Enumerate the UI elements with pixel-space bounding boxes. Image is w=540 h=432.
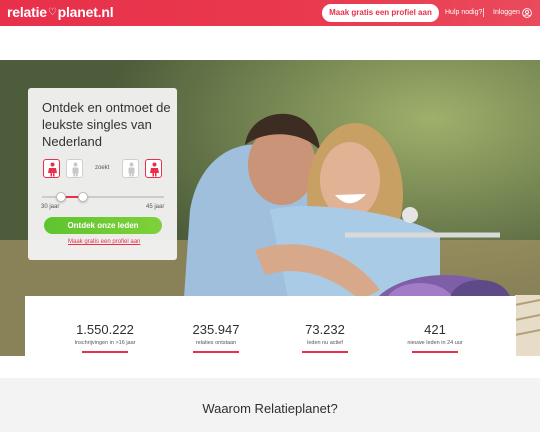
relatieplanet-logo[interactable]: relatie ♡ planet.nl <box>7 4 114 20</box>
stat-label: relaties ontstaan <box>195 340 237 346</box>
stat-underline <box>82 351 128 353</box>
search-card-title: Ontdek en ontmoet de leukste singles van… <box>42 100 171 149</box>
heart-icon: ♡ <box>47 6 57 18</box>
stat-active-members: 73.232 leden nu actief <box>270 322 380 353</box>
stat-underline <box>302 351 348 353</box>
nav-divider <box>483 8 484 17</box>
logo-text-part2: planet.nl <box>57 4 114 20</box>
discover-members-button[interactable]: Ontdek onze leden <box>44 217 162 234</box>
age-max-label: 45 jaar <box>146 204 165 210</box>
stat-new-members: 421 nieuwe leden in 24 uur <box>380 322 490 353</box>
create-profile-button[interactable]: Maak gratis een profiel aan <box>322 4 439 22</box>
create-profile-link[interactable]: Maak gratis een profiel aan <box>68 239 140 245</box>
why-section-title: Waarom Relatieplanet? <box>202 401 338 416</box>
stat-underline <box>412 351 458 353</box>
user-icon[interactable] <box>522 8 532 18</box>
male-icon <box>128 162 135 177</box>
female-icon <box>48 162 57 177</box>
age-min-label: 30 jaar <box>41 204 60 210</box>
logo-text-part1: relatie <box>7 4 47 20</box>
female-icon <box>150 162 159 177</box>
stat-label: Inschrijvingen in >16 jaar <box>74 340 136 346</box>
male-icon <box>72 162 79 177</box>
age-max-handle[interactable] <box>78 192 88 202</box>
stat-registrations: 1.550.222 Inschrijvingen in >16 jaar <box>50 322 160 353</box>
help-link[interactable]: Hulp nodig? <box>445 9 482 16</box>
stat-label: nieuwe leden in 24 uur <box>407 340 463 346</box>
gender-female-button[interactable] <box>43 159 60 178</box>
seeking-male-button[interactable] <box>122 159 139 178</box>
seeking-female-button[interactable] <box>145 159 162 178</box>
statistics-panel: 1.550.222 Inschrijvingen in >16 jaar 235… <box>25 296 516 376</box>
stat-label: leden nu actief <box>307 340 343 346</box>
login-link[interactable]: Inloggen <box>493 9 520 16</box>
stat-value: 421 <box>424 322 446 337</box>
stat-underline <box>193 351 239 353</box>
stat-relationships: 235.947 relaties ontstaan <box>161 322 271 353</box>
stat-value: 1.550.222 <box>76 322 134 337</box>
age-min-handle[interactable] <box>56 192 66 202</box>
seeking-label: zoekt <box>95 165 110 171</box>
top-navigation-bar: relatie ♡ planet.nl Maak gratis een prof… <box>0 0 540 26</box>
why-section: Waarom Relatieplanet? <box>0 378 540 432</box>
stat-value: 235.947 <box>192 322 240 337</box>
stat-value: 73.232 <box>305 322 345 337</box>
gender-male-button[interactable] <box>66 159 83 178</box>
